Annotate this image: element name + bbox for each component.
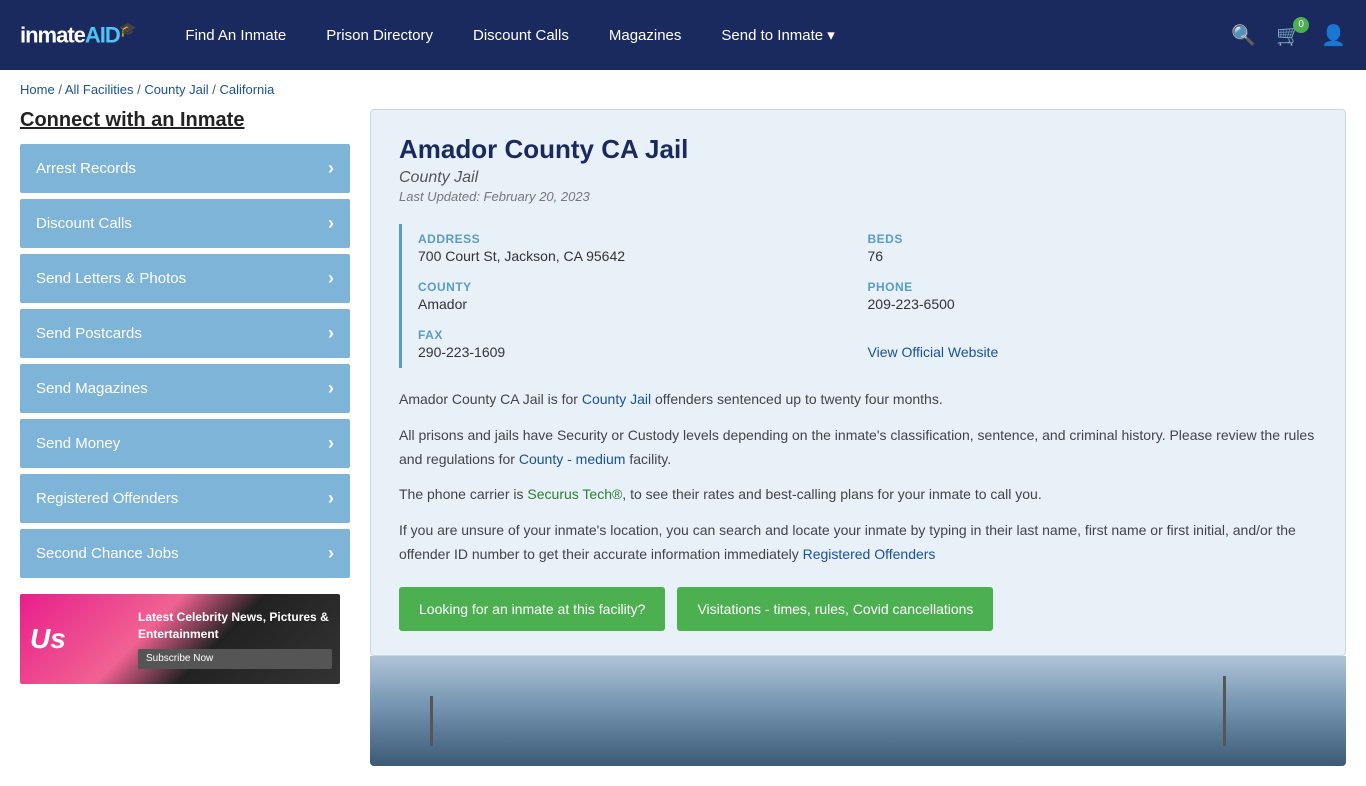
address-label: ADDRESS: [418, 232, 852, 246]
sidebar-item-arrest-records[interactable]: Arrest Records ›: [20, 144, 350, 193]
county-value: Amador: [418, 296, 852, 312]
county-label: COUNTY: [418, 280, 852, 294]
breadcrumb: Home / All Facilities / County Jail / Ca…: [0, 70, 1366, 109]
arrow-icon: ›: [328, 378, 334, 399]
facility-details: ADDRESS 700 Court St, Jackson, CA 95642 …: [399, 224, 1317, 368]
logo[interactable]: inmateAID 🎓: [20, 21, 135, 48]
header-actions: 🔍 🛒 0 👤: [1231, 23, 1346, 48]
facility-card: Amador County CA Jail County Jail Last U…: [370, 109, 1346, 656]
desc-p2: All prisons and jails have Security or C…: [399, 424, 1317, 472]
nav-find-inmate[interactable]: Find An Inmate: [185, 27, 286, 44]
beds-group: BEDS 76: [868, 224, 1318, 272]
facility-name: Amador County CA Jail: [399, 134, 1317, 165]
content-area: Amador County CA Jail County Jail Last U…: [370, 109, 1346, 766]
sidebar-item-send-money[interactable]: Send Money ›: [20, 419, 350, 468]
main-layout: Connect with an Inmate Arrest Records › …: [0, 109, 1366, 786]
website-group: View Official Website: [868, 320, 1318, 368]
action-buttons: Looking for an inmate at this facility? …: [399, 587, 1317, 631]
arrow-icon: ›: [328, 158, 334, 179]
nav-discount-calls[interactable]: Discount Calls: [473, 27, 569, 44]
breadcrumb-all-facilities[interactable]: All Facilities: [65, 82, 134, 97]
arrow-icon: ›: [328, 543, 334, 564]
sidebar-item-registered-offenders[interactable]: Registered Offenders ›: [20, 474, 350, 523]
facility-description: Amador County CA Jail is for County Jail…: [399, 388, 1317, 567]
facility-updated: Last Updated: February 20, 2023: [399, 189, 1317, 204]
sidebar: Connect with an Inmate Arrest Records › …: [20, 109, 350, 766]
sidebar-item-second-chance-jobs[interactable]: Second Chance Jobs ›: [20, 529, 350, 578]
phone-label: PHONE: [868, 280, 1302, 294]
desc-p3: The phone carrier is Securus Tech®, to s…: [399, 483, 1317, 507]
arrow-icon: ›: [328, 433, 334, 454]
ad-subscribe-button[interactable]: Subscribe Now: [138, 649, 332, 669]
fax-group: FAX 290-223-1609: [418, 320, 868, 368]
phone-value: 209-223-6500: [868, 296, 1302, 312]
beds-value: 76: [868, 248, 1302, 264]
arrow-icon: ›: [328, 268, 334, 289]
desc-p1: Amador County CA Jail is for County Jail…: [399, 388, 1317, 412]
cart-button[interactable]: 🛒 0: [1276, 23, 1301, 48]
arrow-icon: ›: [328, 323, 334, 344]
sidebar-item-send-letters[interactable]: Send Letters & Photos ›: [20, 254, 350, 303]
fax-value: 290-223-1609: [418, 344, 852, 360]
securus-link[interactable]: Securus Tech®: [527, 486, 622, 502]
nav-send-to-inmate[interactable]: Send to Inmate ▾: [721, 26, 834, 44]
county-group: COUNTY Amador: [418, 272, 868, 320]
address-value: 700 Court St, Jackson, CA 95642: [418, 248, 852, 264]
find-inmate-button[interactable]: Looking for an inmate at this facility?: [399, 587, 665, 631]
arrow-icon: ›: [328, 213, 334, 234]
header: inmateAID 🎓 Find An Inmate Prison Direct…: [0, 0, 1366, 70]
user-account-button[interactable]: 👤: [1321, 23, 1346, 48]
beds-label: BEDS: [868, 232, 1302, 246]
phone-group: PHONE 209-223-6500: [868, 272, 1318, 320]
search-button[interactable]: 🔍: [1231, 23, 1256, 48]
county-medium-link[interactable]: County - medium: [519, 451, 626, 467]
official-website-link[interactable]: View Official Website: [868, 344, 999, 360]
ad-logo: Us: [20, 613, 130, 665]
advertisement: Us Latest Celebrity News, Pictures & Ent…: [20, 594, 340, 684]
breadcrumb-home[interactable]: Home: [20, 82, 55, 97]
ad-content: Latest Celebrity News, Pictures & Entert…: [130, 601, 340, 678]
county-jail-link[interactable]: County Jail: [582, 391, 651, 407]
fax-label: FAX: [418, 328, 852, 342]
sidebar-item-discount-calls[interactable]: Discount Calls ›: [20, 199, 350, 248]
breadcrumb-california[interactable]: California: [219, 82, 274, 97]
nav-prison-directory[interactable]: Prison Directory: [326, 27, 433, 44]
arrow-icon: ›: [328, 488, 334, 509]
main-nav: Find An Inmate Prison Directory Discount…: [185, 26, 1201, 44]
nav-magazines[interactable]: Magazines: [609, 27, 682, 44]
visitations-button[interactable]: Visitations - times, rules, Covid cancel…: [677, 587, 993, 631]
cart-badge: 0: [1293, 17, 1309, 33]
facility-type: County Jail: [399, 169, 1317, 187]
address-group: ADDRESS 700 Court St, Jackson, CA 95642: [418, 224, 868, 272]
facility-photo: [370, 656, 1346, 766]
sidebar-title: Connect with an Inmate: [20, 109, 350, 132]
registered-offenders-link[interactable]: Registered Offenders: [803, 546, 936, 562]
breadcrumb-county-jail[interactable]: County Jail: [144, 82, 208, 97]
sidebar-item-send-postcards[interactable]: Send Postcards ›: [20, 309, 350, 358]
desc-p4: If you are unsure of your inmate's locat…: [399, 519, 1317, 567]
sidebar-item-send-magazines[interactable]: Send Magazines ›: [20, 364, 350, 413]
